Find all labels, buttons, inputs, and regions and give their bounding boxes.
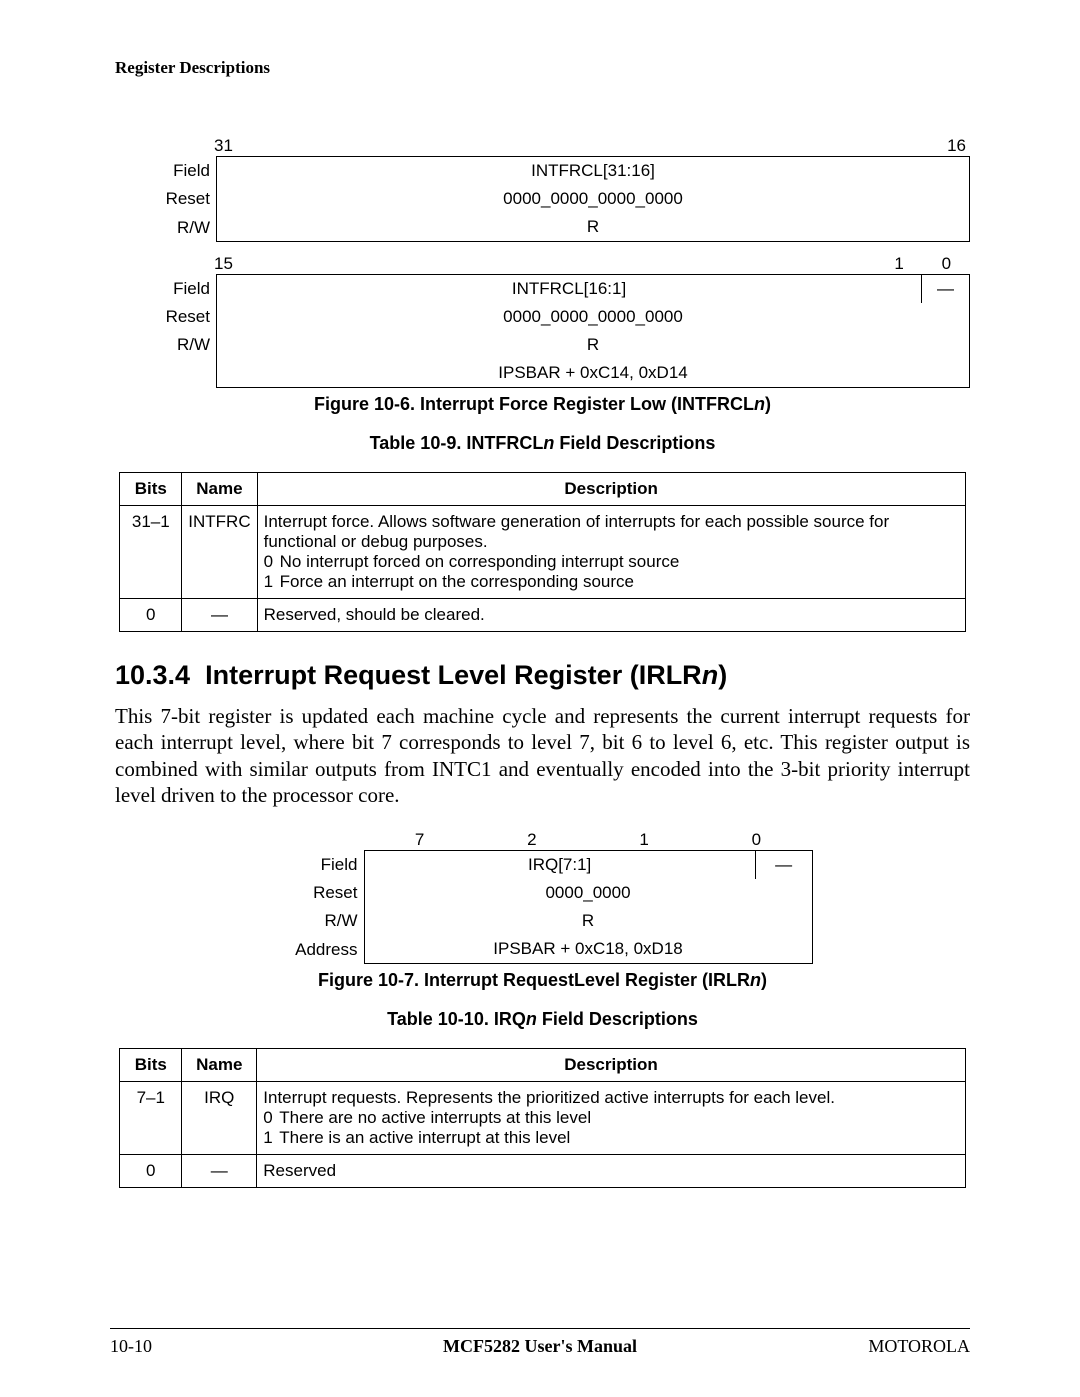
footer-brand: MOTOROLA [683,1336,970,1357]
row-label-address: Address [273,935,364,964]
row-label-rw: R/W [135,213,216,242]
intfrcl-rw-high: R [217,213,969,241]
col-header-bits: Bits [120,473,182,506]
intfrcl-rw-low: R [217,331,969,359]
figure-10-6-caption: Figure 10-6. Interrupt Force Register Lo… [115,394,970,415]
cell-bits: 0 [120,1155,182,1188]
cell-desc: Reserved, should be cleared. [257,599,965,632]
row-label-reset: Reset [135,303,216,331]
irq-field-table: Bits Name Description 7–1 IRQ Interrupt … [119,1048,965,1188]
cell-name: INTFRC [182,506,257,599]
row-label-rw: R/W [135,331,216,359]
col-header-bits: Bits [120,1049,182,1082]
cell-name: — [182,599,257,632]
table-row: 0 — Reserved [120,1155,965,1188]
cell-desc: Interrupt requests. Represents the prior… [257,1082,965,1155]
bit-label-1: 1 [876,254,923,274]
table-row: 0 — Reserved, should be cleared. [120,599,965,632]
section-body: This 7-bit register is updated each mach… [115,703,970,808]
cell-bits: 31–1 [120,506,182,599]
bit-label-31: 31 [210,136,261,156]
table-row: 31–1 INTFRC Interrupt force. Allows soft… [120,506,965,599]
irlr-reset: 0000_0000 [365,879,812,907]
col-header-desc: Description [257,473,965,506]
footer-page-number: 10-10 [110,1336,397,1357]
section-heading-10-3-4: 10.3.4 Interrupt Request Level Register … [115,660,970,691]
intfrcl-field-high: INTFRCL[31:16] [217,157,969,185]
cell-desc: Reserved [257,1155,965,1188]
col-header-desc: Description [257,1049,965,1082]
row-label-field: Field [135,156,216,185]
bit-label-15: 15 [210,254,876,274]
table-row: 7–1 IRQ Interrupt requests. Represents t… [120,1082,965,1155]
bit-label-16: 16 [919,136,970,156]
footer-manual-title: MCF5282 User's Manual [397,1336,684,1357]
irlr-field: IRQ[7:1] [365,851,755,879]
cell-name: IRQ [182,1082,257,1155]
page-header: Register Descriptions [115,58,970,78]
bit-label-0: 0 [923,254,970,274]
intfrcl-field-table: Bits Name Description 31–1 INTFRC Interr… [119,472,965,632]
page-footer: 10-10 MCF5282 User's Manual MOTOROLA [110,1336,970,1357]
intfrcl-address: IPSBAR + 0xC14, 0xD14 [217,359,969,387]
irlr-register-diagram: 7 2 1 0 Field IRQ[7:1] — Reset 0000_0000… [273,830,813,964]
intfrcl-field-low-reserved: — [922,275,969,303]
irlr-address: IPSBAR + 0xC18, 0xD18 [365,935,812,963]
row-label-reset: Reset [273,879,364,907]
row-label-field: Field [273,850,364,879]
intfrcl-reset-low: 0000_0000_0000_0000 [217,303,969,331]
cell-name: — [182,1155,257,1188]
cell-bits: 7–1 [120,1082,182,1155]
cell-bits: 0 [120,599,182,632]
intfrcl-register-diagram: 31 16 Field INTFRCL[31:16] Reset 0000_00… [135,136,970,388]
bit-label-1: 1 [588,830,700,850]
intfrcl-field-low: INTFRCL[16:1] [217,275,921,303]
table-10-10-caption: Table 10-10. IRQn Field Descriptions [115,1009,970,1030]
footer-divider [110,1328,970,1329]
bit-label-0: 0 [700,830,812,850]
cell-desc: Interrupt force. Allows software generat… [257,506,965,599]
table-10-9-caption: Table 10-9. INTFRCLn Field Descriptions [115,433,970,454]
row-label-empty [135,359,216,388]
intfrcl-reset-high: 0000_0000_0000_0000 [217,185,969,213]
figure-10-7-caption: Figure 10-7. Interrupt RequestLevel Regi… [115,970,970,991]
irlr-rw: R [365,907,812,935]
col-header-name: Name [182,473,257,506]
row-label-rw: R/W [273,907,364,935]
bit-label-2: 2 [476,830,588,850]
row-label-reset: Reset [135,185,216,213]
row-label-field: Field [135,274,216,303]
col-header-name: Name [182,1049,257,1082]
bit-label-7: 7 [358,830,476,850]
irlr-field-reserved: — [756,851,812,879]
